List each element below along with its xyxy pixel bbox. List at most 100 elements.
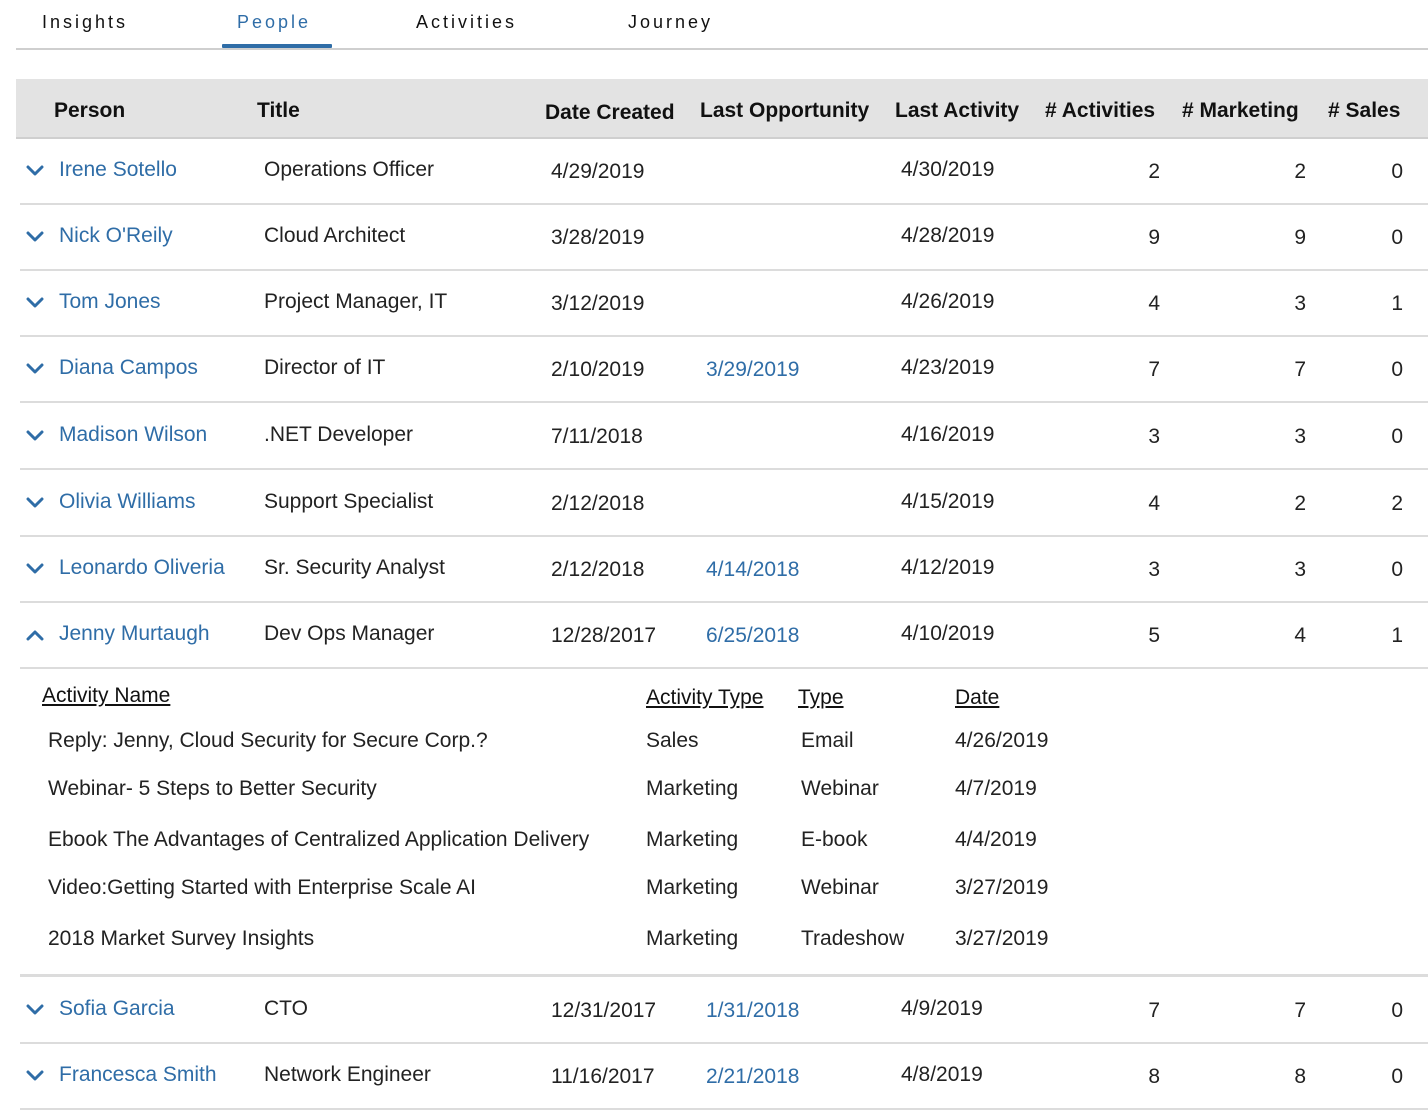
marketing-count: 3 — [1294, 292, 1306, 315]
sales-count: 0 — [1391, 226, 1403, 249]
activities-count: 3 — [1148, 425, 1160, 448]
activity-name-link[interactable]: Webinar- 5 Steps to Better Security — [48, 777, 377, 801]
column-header-person[interactable]: Person — [54, 99, 125, 123]
last-opportunity-link[interactable]: 2/21/2018 — [706, 1065, 799, 1089]
sales-count: 2 — [1391, 492, 1403, 515]
table-row: Jenny Murtaugh Dev Ops Manager 12/28/2017 6… — [20, 601, 1428, 669]
last-opportunity-link[interactable]: 6/25/2018 — [706, 624, 799, 648]
date-created: 2/10/2019 — [551, 358, 645, 381]
date-created: 2/12/2018 — [551, 558, 645, 581]
last-activity: 4/30/2019 — [901, 158, 995, 181]
person-name-link[interactable]: Madison Wilson — [59, 423, 207, 447]
chevron-down-icon[interactable] — [26, 231, 44, 243]
detail-header-type[interactable]: Type — [798, 686, 844, 710]
person-name-link[interactable]: Olivia Williams — [59, 490, 196, 514]
activity-row: Webinar- 5 Steps to Better Security Marke… — [20, 777, 1428, 817]
chevron-down-icon[interactable] — [26, 297, 44, 309]
column-header-last-activity[interactable]: Last Activity — [895, 99, 1019, 123]
activity-name-link[interactable]: 2018 Market Survey Insights — [48, 927, 314, 951]
activities-count: 5 — [1148, 624, 1160, 647]
table-row: Sofia Garcia CTO 12/31/2017 1/31/2018 4/9/20… — [20, 976, 1428, 1044]
last-activity: 4/28/2019 — [901, 224, 995, 247]
date-created: 12/31/2017 — [551, 999, 657, 1022]
date-created: 3/28/2019 — [551, 226, 645, 249]
table-row: Irene Sotello Operations Officer 4/29/2019… — [20, 137, 1428, 205]
marketing-count: 7 — [1294, 999, 1306, 1022]
column-header-sales-count[interactable]: # Sales — [1328, 99, 1400, 123]
detail-header-activity-type[interactable]: Activity Type — [646, 686, 764, 710]
activity-channel-type: E-book — [801, 828, 868, 851]
table-row: Diana Campos Director of IT 2/10/2019 3/29/… — [20, 335, 1428, 403]
table-row: Madison Wilson .NET Developer 7/11/2018 4/1… — [20, 402, 1428, 470]
activity-type: Marketing — [646, 876, 739, 899]
tab-activities[interactable]: Activities — [416, 12, 517, 33]
activity-name-link[interactable]: Ebook The Advantages of Centralized Appl… — [48, 828, 589, 852]
chevron-down-icon[interactable] — [26, 1070, 44, 1082]
person-title: Director of IT — [264, 356, 386, 379]
activity-row: 2018 Market Survey Insights Marketing Trad… — [20, 927, 1428, 967]
table-row: Tom Jones Project Manager, IT 3/12/2019 4/2… — [20, 269, 1428, 337]
date-created: 3/12/2019 — [551, 292, 645, 315]
last-activity: 4/9/2019 — [901, 997, 983, 1020]
detail-header-activity-name[interactable]: Activity Name — [42, 684, 170, 708]
last-opportunity-link[interactable]: 3/29/2019 — [706, 358, 799, 382]
chevron-down-icon[interactable] — [26, 1004, 44, 1016]
person-title: Network Engineer — [264, 1063, 431, 1086]
tab-journey[interactable]: Journey — [628, 12, 713, 33]
column-header-activities-count[interactable]: # Activities — [1045, 99, 1155, 123]
date-created: 4/29/2019 — [551, 160, 645, 183]
marketing-count: 2 — [1294, 492, 1306, 515]
last-opportunity-link[interactable]: 4/14/2018 — [706, 558, 799, 582]
activity-date: 4/26/2019 — [955, 729, 1049, 752]
chevron-down-icon[interactable] — [26, 430, 44, 442]
chevron-down-icon[interactable] — [26, 165, 44, 177]
activity-row: Reply: Jenny, Cloud Security for Secure … — [20, 729, 1428, 769]
person-name-link[interactable]: Tom Jones — [59, 290, 161, 314]
activity-detail-panel: Activity Name Activity Type Type Date Re… — [20, 668, 1428, 977]
activities-count: 4 — [1148, 292, 1160, 315]
activity-channel-type: Tradeshow — [801, 927, 905, 950]
tab-insights[interactable]: Insights — [42, 12, 128, 33]
tab-people[interactable]: People — [237, 12, 311, 33]
activities-count: 4 — [1148, 492, 1160, 515]
person-name-link[interactable]: Jenny Murtaugh — [59, 622, 210, 646]
activities-count: 3 — [1148, 558, 1160, 581]
chevron-down-icon[interactable] — [26, 363, 44, 375]
activities-count: 2 — [1148, 160, 1160, 183]
person-name-link[interactable]: Irene Sotello — [59, 158, 177, 182]
last-activity: 4/23/2019 — [901, 356, 995, 379]
last-activity: 4/8/2019 — [901, 1063, 983, 1086]
detail-header-date[interactable]: Date — [955, 686, 999, 710]
marketing-count: 2 — [1294, 160, 1306, 183]
sales-count: 0 — [1391, 999, 1403, 1022]
person-title: Cloud Architect — [264, 224, 406, 247]
sales-count: 1 — [1391, 292, 1403, 315]
marketing-count: 4 — [1294, 624, 1306, 647]
person-name-link[interactable]: Francesca Smith — [59, 1063, 217, 1087]
person-title: .NET Developer — [264, 423, 414, 446]
last-activity: 4/12/2019 — [901, 556, 995, 579]
marketing-count: 8 — [1294, 1065, 1306, 1088]
person-name-link[interactable]: Sofia Garcia — [59, 997, 175, 1021]
person-title: CTO — [264, 997, 308, 1020]
chevron-down-icon[interactable] — [26, 497, 44, 509]
column-header-marketing-count[interactable]: # Marketing — [1182, 99, 1299, 123]
column-header-title[interactable]: Title — [257, 99, 300, 123]
person-name-link[interactable]: Leonardo Oliveria — [59, 556, 225, 580]
activity-type: Sales — [646, 729, 699, 752]
chevron-down-icon[interactable] — [26, 563, 44, 575]
column-header-date-created[interactable]: Date Created — [545, 101, 675, 125]
activities-count: 9 — [1148, 226, 1160, 249]
last-opportunity-link[interactable]: 1/31/2018 — [706, 999, 799, 1023]
activity-name-link[interactable]: Reply: Jenny, Cloud Security for Secure … — [48, 729, 488, 753]
person-title: Project Manager, IT — [264, 290, 448, 313]
chevron-up-icon[interactable] — [26, 629, 44, 641]
activity-date: 4/4/2019 — [955, 828, 1037, 851]
date-created: 2/12/2018 — [551, 492, 645, 515]
person-name-link[interactable]: Nick O'Reily — [59, 224, 173, 248]
activities-count: 7 — [1148, 358, 1160, 381]
person-name-link[interactable]: Diana Campos — [59, 356, 198, 380]
column-header-last-opportunity[interactable]: Last Opportunity — [700, 99, 869, 123]
activity-date: 3/27/2019 — [955, 876, 1049, 899]
activity-name-link[interactable]: Video:Getting Started with Enterprise Sc… — [48, 876, 476, 900]
